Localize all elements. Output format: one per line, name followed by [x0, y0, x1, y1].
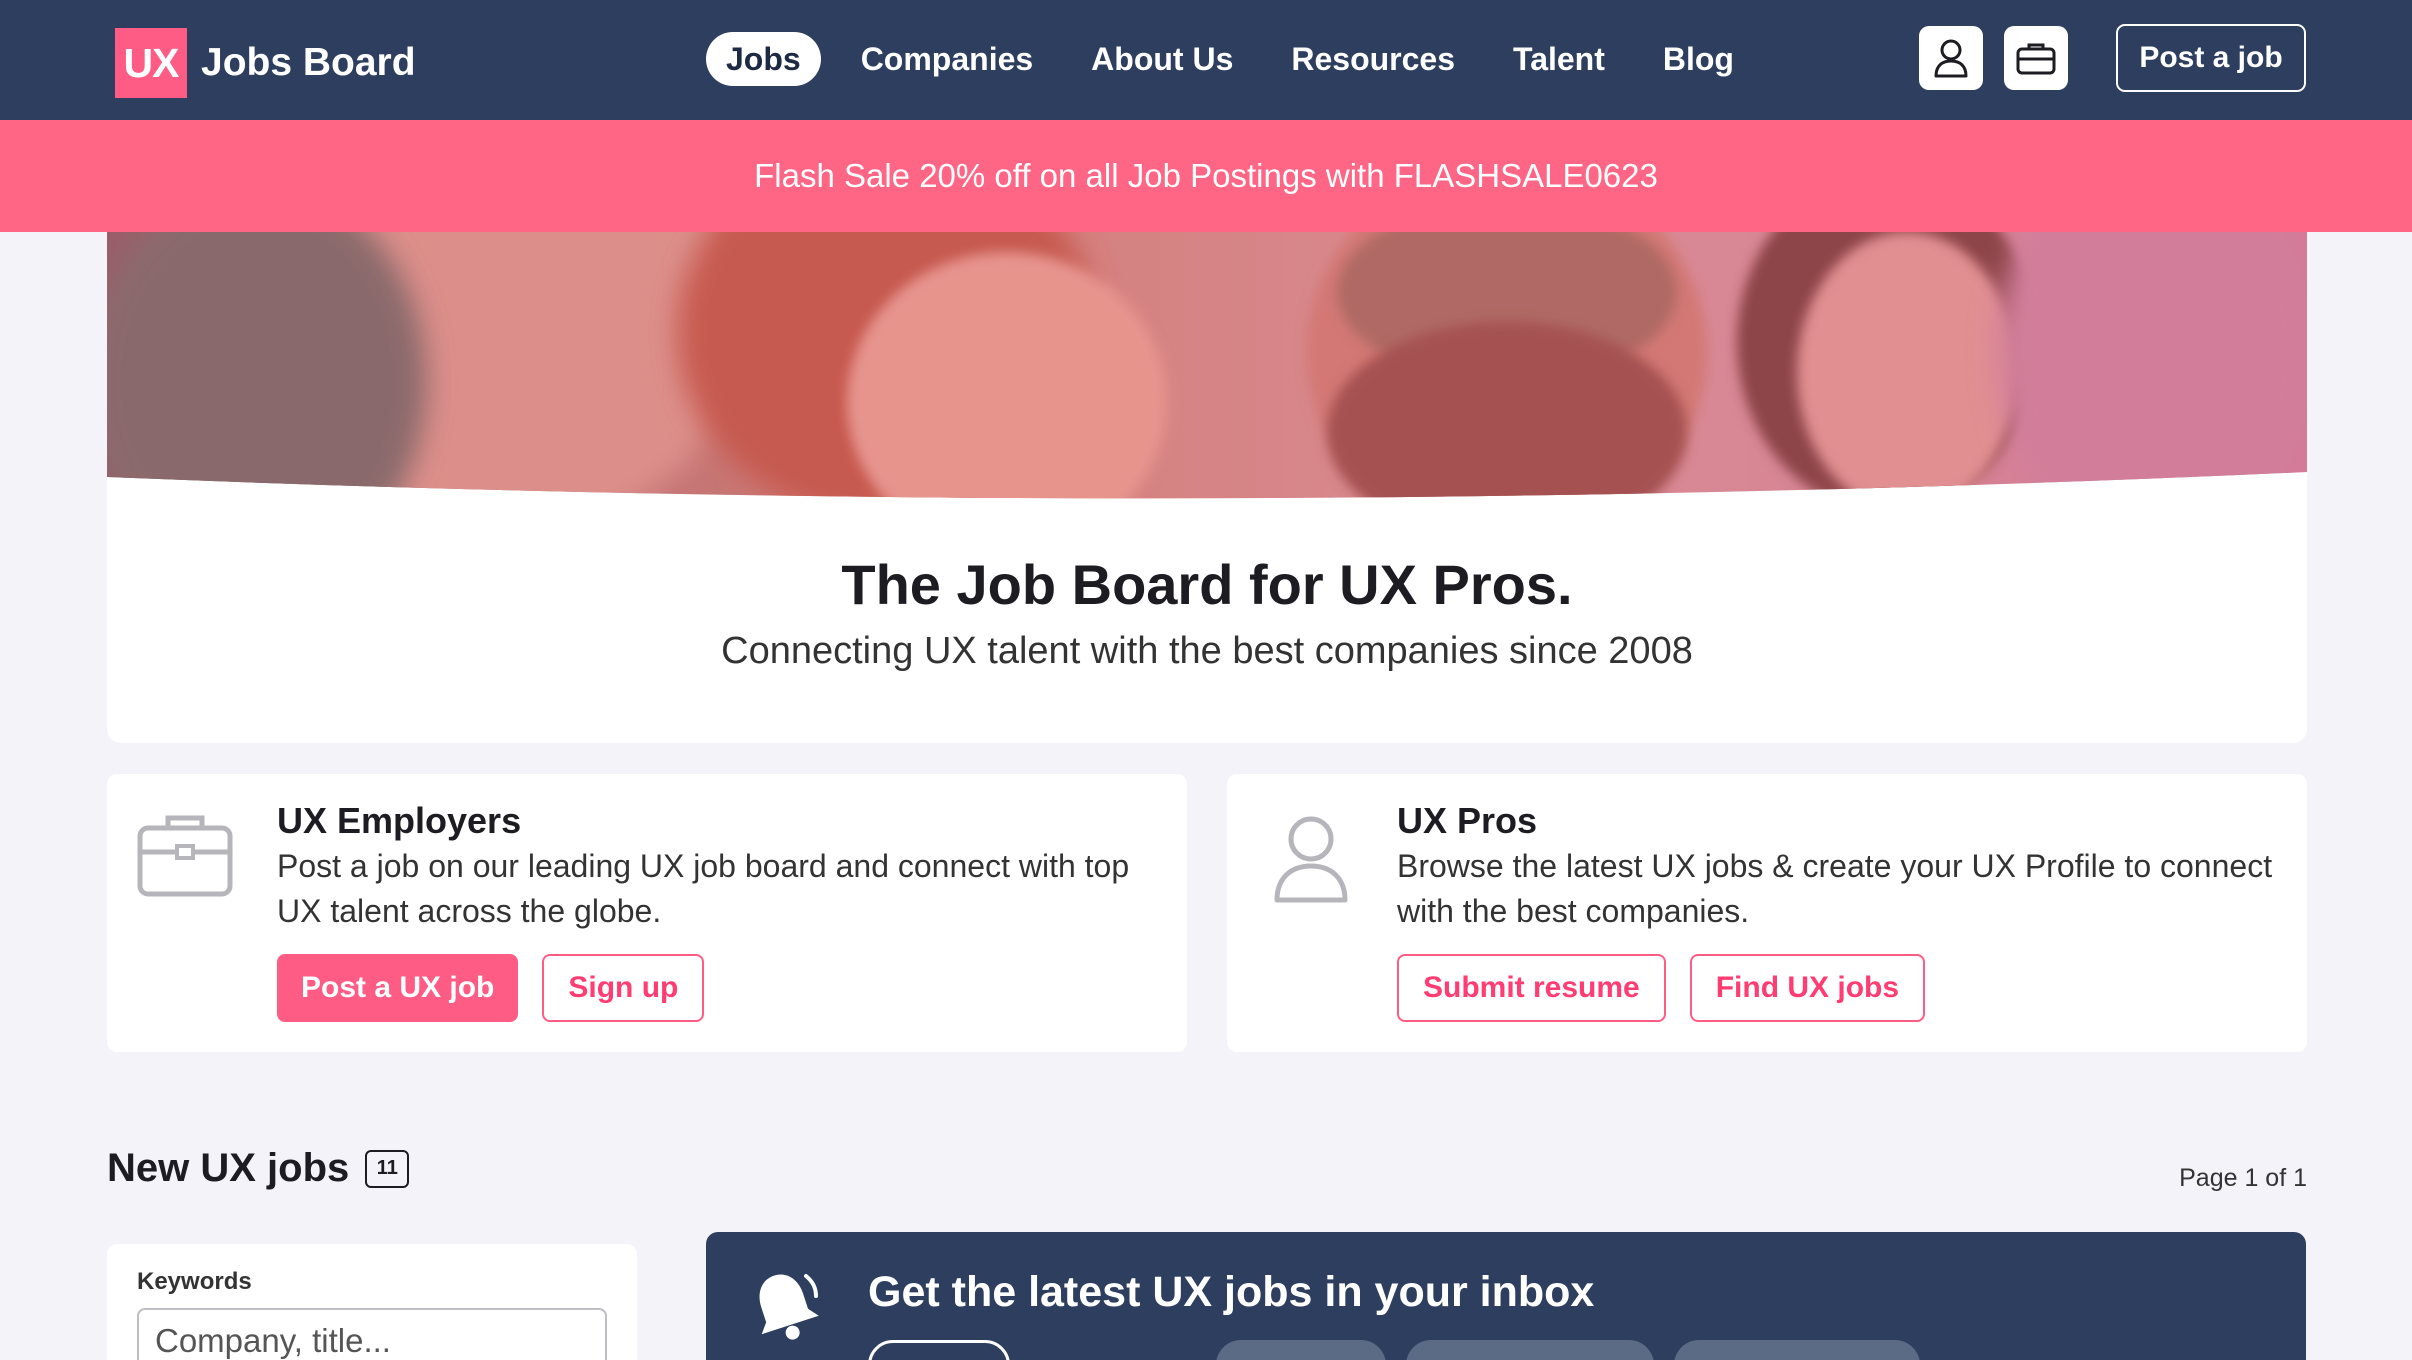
- post-ux-job-button[interactable]: Post a UX job: [277, 954, 519, 1022]
- hero-title: The Job Board for UX Pros.: [841, 553, 1573, 616]
- hero-photo: [107, 232, 2307, 499]
- briefcase-icon: [137, 815, 233, 897]
- newsletter-option-chip[interactable]: [1216, 1340, 1386, 1360]
- promo-banner[interactable]: Flash Sale 20% off on all Job Postings w…: [0, 120, 2412, 232]
- nav-link-companies[interactable]: Companies: [861, 32, 1033, 86]
- submit-resume-button[interactable]: Submit resume: [1397, 954, 1666, 1022]
- newsletter-option-chip[interactable]: [868, 1340, 1010, 1360]
- find-ux-jobs-button[interactable]: Find UX jobs: [1689, 954, 1926, 1022]
- employers-actions: Post a UX job Sign up: [277, 954, 728, 1022]
- newsletter-option-chip[interactable]: [1406, 1340, 1654, 1360]
- employers-text: Post a job on our leading UX job board a…: [277, 848, 1130, 929]
- hero-subtitle: Connecting UX talent with the best compa…: [721, 630, 1693, 672]
- promo-text: Flash Sale 20% off on all Job Postings w…: [754, 157, 1658, 194]
- hero-section: The Job Board for UX Pros. Connecting UX…: [107, 232, 2307, 743]
- bell-icon: [759, 1274, 819, 1340]
- nav-link-talent[interactable]: Talent: [1513, 32, 1605, 86]
- briefcase-icon: [2016, 43, 2056, 75]
- jobs-title: New UX jobs: [107, 1146, 350, 1190]
- jobs-count-badge: 11: [365, 1149, 410, 1188]
- user-icon: [1274, 816, 1348, 903]
- pros-title: UX Pros: [1397, 800, 1538, 841]
- nav-link-jobs[interactable]: Jobs: [706, 32, 821, 86]
- post-a-job-button[interactable]: Post a job: [2116, 24, 2306, 92]
- nav-link-blog[interactable]: Blog: [1663, 32, 1734, 86]
- saved-jobs-button[interactable]: [2004, 26, 2068, 90]
- keywords-label: Keywords: [137, 1268, 252, 1295]
- sign-up-button[interactable]: Sign up: [542, 954, 705, 1022]
- main-nav: Jobs Companies About Us Resources Talent…: [706, 32, 1792, 86]
- pros-text: Browse the latest UX jobs & create your …: [1397, 848, 2273, 929]
- jobs-section-header: New UX jobs 11: [107, 1146, 410, 1191]
- user-icon: [1934, 39, 1968, 78]
- top-navigation: UX Jobs Board Jobs Companies About Us Re…: [0, 0, 2412, 120]
- pros-actions: Submit resume Find UX jobs: [1397, 954, 1949, 1022]
- logo-text: Jobs Board: [201, 41, 416, 84]
- page-indicator: Page 1 of 1: [2179, 1164, 2307, 1192]
- account-button[interactable]: [1919, 26, 1983, 90]
- nav-link-resources[interactable]: Resources: [1291, 32, 1455, 86]
- newsletter-title: Get the latest UX jobs in your inbox: [868, 1268, 1595, 1316]
- keywords-input[interactable]: [137, 1308, 607, 1360]
- employers-title: UX Employers: [277, 800, 522, 841]
- site-logo[interactable]: UX Jobs Board: [115, 28, 416, 98]
- newsletter-banner: Get the latest UX jobs in your inbox: [706, 1232, 2306, 1360]
- employers-card: UX Employers Post a job on our leading U…: [107, 774, 1187, 1052]
- newsletter-option-chip[interactable]: [1674, 1340, 1920, 1360]
- filter-panel: Keywords: [107, 1244, 637, 1360]
- pros-card: UX Pros Browse the latest UX jobs & crea…: [1227, 774, 2307, 1052]
- logo-badge: UX: [115, 28, 187, 98]
- nav-link-about-us[interactable]: About Us: [1091, 32, 1233, 86]
